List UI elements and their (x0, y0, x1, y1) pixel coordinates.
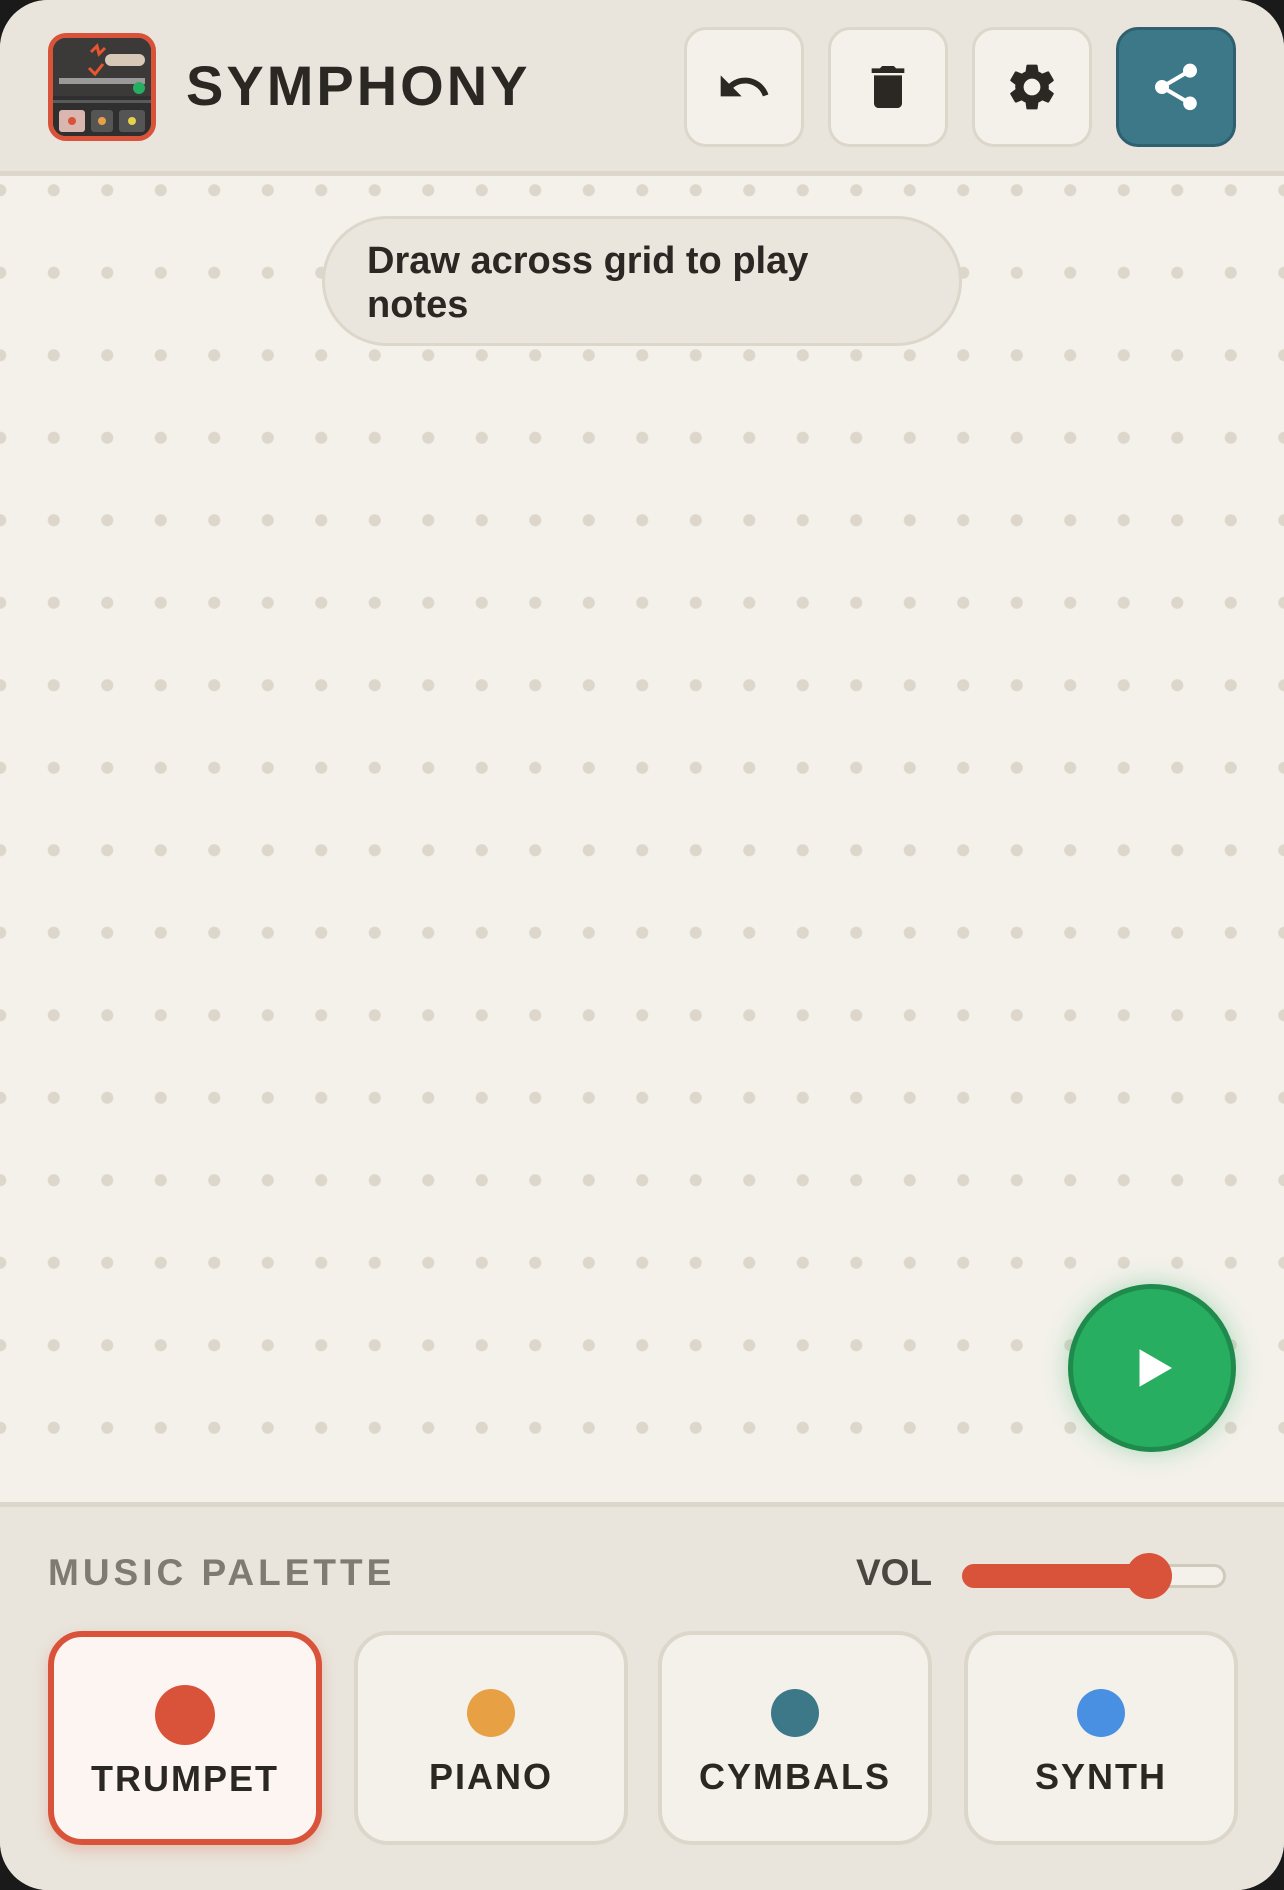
play-button[interactable] (1068, 1284, 1236, 1452)
app-logo[interactable] (48, 33, 156, 141)
app-screen: SYMPHONY Draw across grid to play notes (0, 0, 1284, 1890)
gear-icon (1010, 64, 1054, 110)
music-palette: MUSIC PALETTE VOL TRUMPET PIANO CYMBALS SYN… (0, 1502, 1284, 1890)
instrument-color-dot (1077, 1689, 1125, 1737)
palette-title: MUSIC PALETTE (48, 1552, 396, 1593)
instrument-label: TRUMPET (91, 1758, 279, 1799)
play-icon (1139, 1349, 1172, 1387)
share-button[interactable] (1116, 27, 1236, 147)
undo-icon (720, 75, 769, 97)
instrument-label: SYNTH (1034, 1756, 1167, 1797)
settings-button[interactable] (972, 27, 1092, 147)
instrument-label: PIANO (428, 1756, 553, 1797)
trash-icon (871, 66, 905, 108)
undo-button[interactable] (684, 27, 804, 147)
volume-slider-fill (962, 1564, 1149, 1588)
note-grid-canvas[interactable]: Draw across grid to play notes (0, 176, 1284, 1502)
instrument-color-dot (155, 1685, 215, 1745)
instrument-button-synth[interactable]: SYNTH (964, 1631, 1238, 1845)
app-logo-thumbnail (53, 38, 151, 136)
header-bar: SYMPHONY (0, 0, 1284, 176)
volume-label: VOL (856, 1552, 933, 1593)
app-title: SYMPHONY (186, 54, 531, 117)
share-icon (1155, 63, 1197, 111)
hint-bubble: Draw across grid to play notes (322, 216, 962, 346)
instrument-color-dot (771, 1689, 819, 1737)
instrument-button-piano[interactable]: PIANO (354, 1631, 628, 1845)
instrument-label: CYMBALS (699, 1756, 891, 1797)
volume-slider-thumb[interactable] (1125, 1553, 1172, 1599)
instrument-color-dot (467, 1689, 515, 1737)
instrument-button-trumpet[interactable]: TRUMPET (48, 1631, 322, 1845)
clear-button[interactable] (828, 27, 948, 147)
instrument-button-cymbals[interactable]: CYMBALS (658, 1631, 932, 1845)
